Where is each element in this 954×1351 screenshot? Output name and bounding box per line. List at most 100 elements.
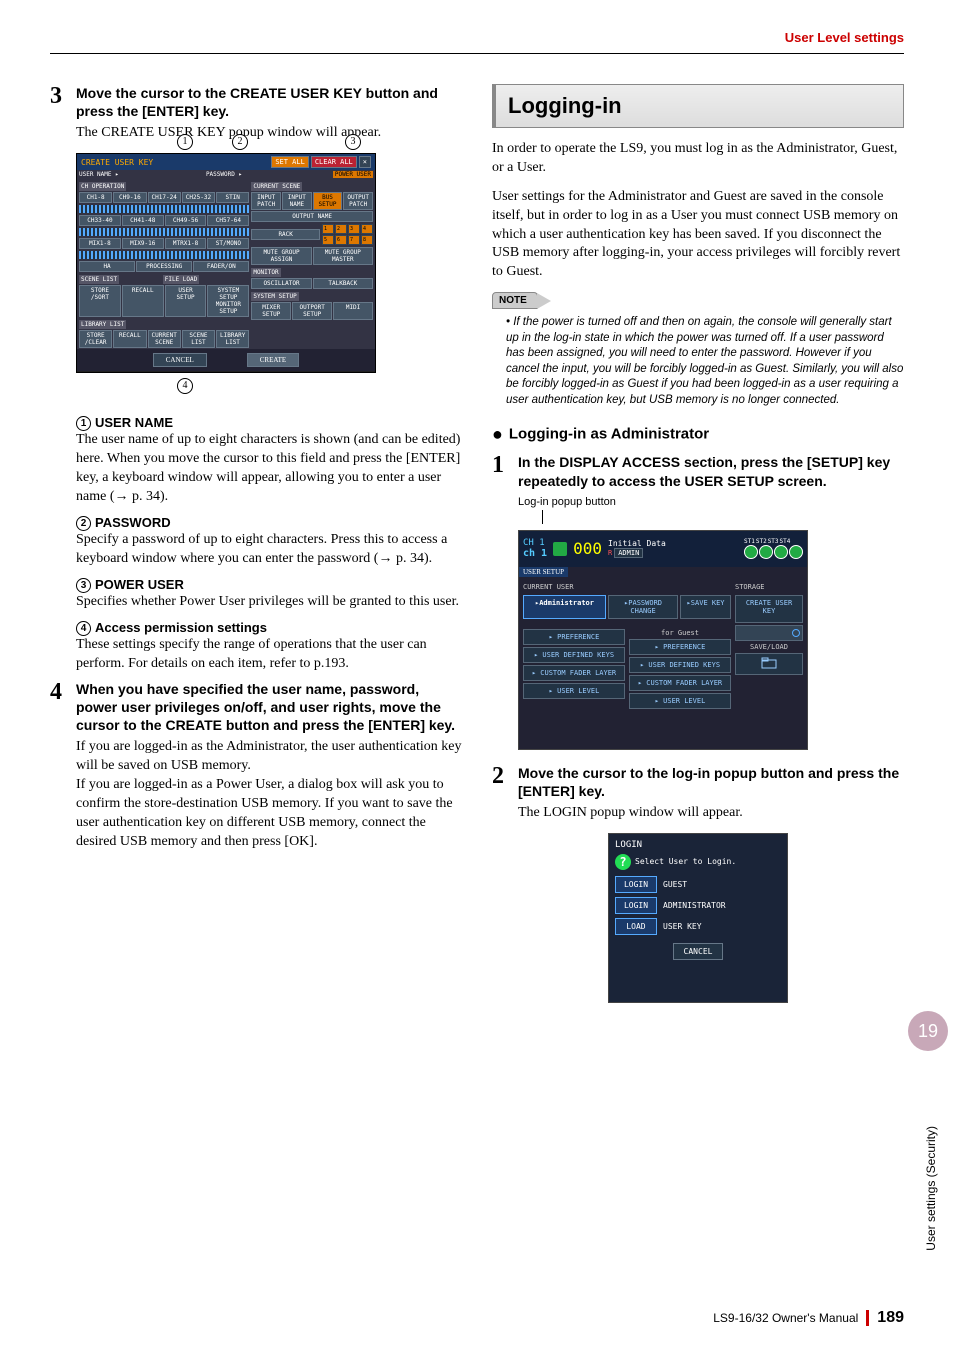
ch-tab[interactable]: CH9-16 xyxy=(113,192,146,203)
knob-icon[interactable] xyxy=(789,545,803,559)
header-section: User Level settings xyxy=(50,30,904,45)
current-scene-button[interactable]: CURRENT SCENE xyxy=(148,330,181,348)
patch-button[interactable]: OUTPUT PATCH xyxy=(343,192,373,210)
user-setup-tab[interactable]: USER SETUP xyxy=(519,567,568,577)
login-cancel-button[interactable]: CANCEL xyxy=(673,943,723,960)
r-step1-number: 1 xyxy=(492,453,510,477)
patch-button[interactable]: OUTPUT NAME xyxy=(251,211,373,222)
password-field-label: PASSWORD xyxy=(206,171,235,178)
password-change-button[interactable]: ▸PASSWORD CHANGE xyxy=(608,595,678,619)
save-key-button[interactable]: ▸SAVE KEY xyxy=(680,595,731,619)
midi-button[interactable]: MIDI xyxy=(333,302,373,320)
store-sort-button[interactable]: STORE /SORT xyxy=(79,285,121,317)
custom-fader-layer-button[interactable]: ▸ CUSTOM FADER LAYER xyxy=(523,665,625,681)
recall-button[interactable]: RECALL xyxy=(113,330,146,348)
rack-slot[interactable]: 5 xyxy=(322,235,334,245)
storage-label: STORAGE xyxy=(735,583,803,591)
processing-tab[interactable]: PROCESSING xyxy=(136,261,192,272)
preference-button[interactable]: ▸ PREFERENCE xyxy=(523,629,625,645)
bullet-icon: ● xyxy=(492,424,503,444)
login-guest-button[interactable]: LOGIN xyxy=(615,876,657,893)
page-number: 189 xyxy=(877,1309,904,1327)
system-setup-button[interactable]: SYSTEM SETUP MONITOR SETUP xyxy=(207,285,249,317)
screenshot-callout-label: Log-in popup button xyxy=(518,496,904,508)
def3-body: Specifies whether Power User privileges … xyxy=(76,593,462,612)
rack-slot[interactable]: 8 xyxy=(361,235,373,245)
talkback-button[interactable]: TALKBACK xyxy=(313,278,373,289)
scene-list-label: SCENE LIST xyxy=(79,275,119,284)
ch-tab[interactable]: CH49-56 xyxy=(165,215,207,226)
section-box: Logging-in xyxy=(492,84,904,128)
rack-slot[interactable]: 2 xyxy=(335,224,347,234)
patch-button[interactable]: BUS SETUP xyxy=(313,192,343,210)
library-list-button[interactable]: LIBRARY LIST xyxy=(216,330,249,348)
st-label: ST4 xyxy=(780,538,791,545)
administrator-login-button[interactable]: ▸Administrator xyxy=(523,595,606,619)
def1-num: 1 xyxy=(76,416,91,431)
ch-tab[interactable]: CH1-8 xyxy=(79,192,112,203)
right-column: Logging-in In order to operate the LS9, … xyxy=(492,84,904,1017)
def2-num: 2 xyxy=(76,516,91,531)
mix-tab[interactable]: MIX9-16 xyxy=(122,238,164,249)
def4-num: 4 xyxy=(76,621,91,636)
user-level-button[interactable]: ▸ USER LEVEL xyxy=(523,683,625,699)
load-user-key-button[interactable]: LOAD xyxy=(615,918,657,935)
callout-1: 1 xyxy=(177,134,193,150)
close-icon[interactable]: × xyxy=(359,156,371,168)
callout-3: 3 xyxy=(345,134,361,150)
guest-custom-fader-layer-button[interactable]: ▸ CUSTOM FADER LAYER xyxy=(629,675,731,691)
rack-slot[interactable]: 6 xyxy=(335,235,347,245)
outport-setup-button[interactable]: OUTPORT SETUP xyxy=(292,302,332,320)
rack-slot[interactable]: 4 xyxy=(361,224,373,234)
oscillator-button[interactable]: OSCILLATOR xyxy=(251,278,311,289)
ch-tab[interactable]: STIN xyxy=(216,192,249,203)
guest-user-level-button[interactable]: ▸ USER LEVEL xyxy=(629,693,731,709)
patch-button[interactable]: INPUT NAME xyxy=(282,192,312,210)
user-defined-keys-button[interactable]: ▸ USER DEFINED KEYS xyxy=(523,647,625,663)
monitor-label: MONITOR xyxy=(251,268,280,277)
login-admin-button[interactable]: LOGIN xyxy=(615,897,657,914)
step4-number: 4 xyxy=(50,680,68,704)
knob-icon[interactable] xyxy=(744,545,758,559)
indicator-icon xyxy=(553,542,567,556)
mix-tab[interactable]: MIX1-8 xyxy=(79,238,121,249)
ch-tab[interactable]: CH33-40 xyxy=(79,215,121,226)
ch-tab[interactable]: CH41-48 xyxy=(122,215,164,226)
knob-icon[interactable] xyxy=(759,545,773,559)
create-user-key-button[interactable]: CREATE USER KEY xyxy=(735,595,803,623)
st-label: ST1 xyxy=(744,538,755,545)
rack-slot[interactable]: 1 xyxy=(322,224,334,234)
rack-slot[interactable]: 3 xyxy=(348,224,360,234)
login-message: Select User to Login. xyxy=(635,857,736,866)
ha-tab[interactable]: HA xyxy=(79,261,135,272)
clear-all-button[interactable]: CLEAR ALL xyxy=(311,156,357,168)
login-title: LOGIN xyxy=(615,840,781,850)
store-clear-button[interactable]: STORE /CLEAR xyxy=(79,330,112,348)
scene-list-button[interactable]: SCENE LIST xyxy=(182,330,215,348)
mix-tab[interactable]: ST/MONO xyxy=(207,238,249,249)
ch-tab[interactable]: CH17-24 xyxy=(148,192,181,203)
mix-tab[interactable]: MTRX1-8 xyxy=(165,238,207,249)
ch-tab[interactable]: CH57-64 xyxy=(207,215,249,226)
mute-assign-button[interactable]: MUTE GROUP ASSIGN xyxy=(251,247,311,265)
ch-operation-label: CH OPERATION xyxy=(79,182,126,191)
set-all-button[interactable]: SET ALL xyxy=(271,156,309,168)
guest-user-defined-keys-button[interactable]: ▸ USER DEFINED KEYS xyxy=(629,657,731,673)
knob-icon[interactable] xyxy=(774,545,788,559)
mute-master-button[interactable]: MUTE GROUP MASTER xyxy=(313,247,373,265)
save-load-button[interactable] xyxy=(735,653,803,675)
fader-on-tab[interactable]: FADER/ON xyxy=(193,261,249,272)
power-user-toggle[interactable]: POWER USER xyxy=(333,171,373,178)
patch-button[interactable]: INPUT PATCH xyxy=(251,192,281,210)
step3-body: The CREATE USER KEY popup window will ap… xyxy=(76,124,462,143)
def3-num: 3 xyxy=(76,578,91,593)
ch-tab[interactable]: CH25-32 xyxy=(182,192,215,203)
recall-button[interactable]: RECALL xyxy=(122,285,164,317)
rack-slot[interactable]: 7 xyxy=(348,235,360,245)
create-button[interactable]: CREATE xyxy=(247,353,299,367)
cancel-button[interactable]: CANCEL xyxy=(153,353,207,367)
mixer-setup-button[interactable]: MIXER SETUP xyxy=(251,302,291,320)
user-setup-button[interactable]: USER SETUP xyxy=(165,285,207,317)
guest-preference-button[interactable]: ▸ PREFERENCE xyxy=(629,639,731,655)
footer-doc: LS9-16/32 Owner's Manual xyxy=(713,1311,858,1325)
